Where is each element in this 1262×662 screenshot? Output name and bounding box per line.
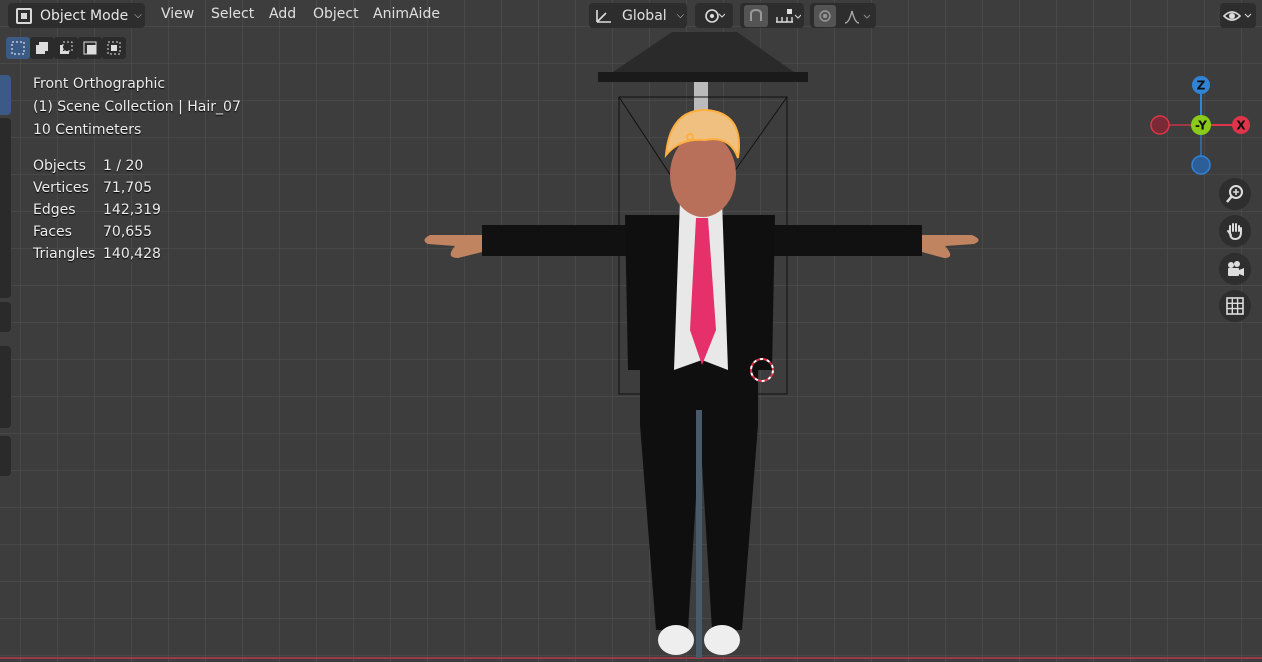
toolbar-add-tools[interactable] [0,436,11,476]
stat-row: Triangles 140,428 [33,243,161,265]
chevron-down-icon: ⌵ [676,10,685,21]
eye-icon [1223,10,1252,21]
select-invert-icon[interactable] [78,37,102,59]
view-name: Front Orthographic [33,76,166,92]
neg-x-axis-handle [1150,115,1170,135]
selection-mode-buttons [6,37,126,61]
stat-value: 71,705 [103,180,152,196]
object-mode-icon [16,7,32,24]
orientation-icon [596,9,611,23]
zoom-icon[interactable] [1219,178,1251,210]
mode-dropdown[interactable]: Object Mode ⌵ [8,3,145,28]
neg-z-axis-handle [1191,155,1211,175]
menu-animaide[interactable]: AnimAide [373,6,440,22]
toolbar-annotate-tools[interactable] [0,302,11,332]
select-intersect-icon[interactable] [102,37,126,59]
stat-label: Faces [33,224,72,240]
menu-add[interactable]: Add [269,6,296,22]
select-new-icon[interactable] [6,37,30,59]
gizmo-x-label: X [1236,119,1246,133]
stat-label: Vertices [33,180,89,196]
snap-toggle-icon[interactable] [743,4,768,27]
pan-hand-icon[interactable] [1219,215,1251,247]
viewport-header: Object Mode ⌵ View Select Add Object Ani… [0,0,1262,31]
stat-value: 1 / 20 [103,158,144,174]
toolbar-measure-tools[interactable] [0,346,11,428]
scene-statistics: Objects 1 / 20 Vertices 71,705 Edges 142,31… [33,155,161,265]
toolbar-transform-tools[interactable] [0,118,11,298]
collection-info: (1) Scene Collection | Hair_07 [33,99,241,115]
stat-row: Vertices 71,705 [33,177,161,199]
stat-row: Objects 1 / 20 [33,155,161,177]
mode-label: Object Mode [40,7,129,24]
snapping-group[interactable] [740,3,804,28]
character-model[interactable] [400,30,1000,660]
stat-label: Edges [33,202,76,218]
grid-scale: 10 Centimeters [33,122,142,138]
gizmo-y-label: -Y [1195,119,1207,133]
stat-label: Triangles [33,246,96,262]
transform-orientation-dropdown[interactable]: Global ⌵ [589,3,687,28]
visibility-dropdown[interactable] [1220,3,1256,28]
stat-value: 142,319 [103,202,161,218]
stat-value: 70,655 [103,224,152,240]
pivot-icon [705,8,725,23]
falloff-curve-icon[interactable] [844,8,872,24]
perspective-grid-icon[interactable] [1219,290,1251,322]
menu-select[interactable]: Select [211,6,254,22]
menu-object[interactable]: Object [313,6,359,22]
pivot-point-dropdown[interactable] [695,3,733,28]
menu-view[interactable]: View [161,6,194,22]
stat-value: 140,428 [103,246,161,262]
stat-row: Edges 142,319 [33,199,161,221]
orientation-label: Global [622,7,667,24]
stat-label: Objects [33,158,86,174]
toolbar-tool-active[interactable] [0,75,11,115]
navigation-gizmo[interactable]: Z X -Y [1148,73,1254,179]
snap-increment-icon[interactable] [775,8,801,24]
gizmo-z-label: Z [1197,79,1206,93]
select-subtract-icon[interactable] [54,37,78,59]
proportional-edit-icon[interactable] [814,4,836,27]
stat-row: Faces 70,655 [33,221,161,243]
select-extend-icon[interactable] [30,37,54,59]
chevron-down-icon: ⌵ [134,10,142,21]
camera-icon[interactable] [1219,253,1251,285]
proportional-editing-group[interactable] [810,3,876,28]
